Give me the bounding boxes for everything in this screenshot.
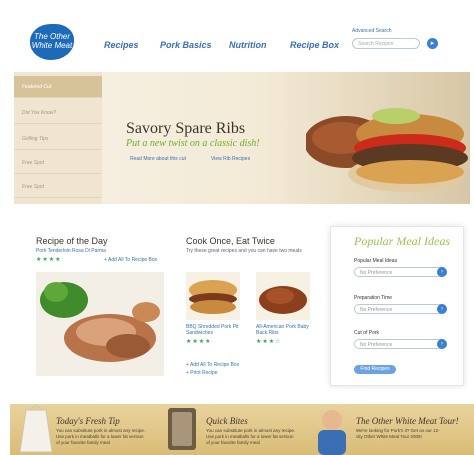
tab-free-spot-1[interactable]: Free Spot bbox=[14, 152, 102, 174]
hero-tabs: Featured Cut Did You Know? Grilling Tips… bbox=[14, 72, 102, 204]
cook-once-heading: Cook Once, Eat Twice bbox=[186, 236, 275, 246]
search-go-button[interactable]: ▸ bbox=[427, 38, 438, 49]
tab-grilling-tips[interactable]: Grilling Tips bbox=[14, 128, 102, 150]
recipe-rating: ★★★★ bbox=[36, 257, 62, 263]
fresh-tip-text: You can substitute pork in almost any re… bbox=[56, 428, 146, 445]
recipe-of-day-heading: Recipe of the Day bbox=[36, 236, 108, 246]
grill-tongs-icon bbox=[168, 408, 196, 450]
meal-ideas-label: Popular Meal Ideas bbox=[354, 258, 398, 264]
recipe-of-day-image[interactable] bbox=[36, 272, 164, 376]
read-more-link[interactable]: Read More about this cut bbox=[130, 156, 186, 162]
add-to-recipe-box-link[interactable]: + Add All To Recipe Box bbox=[104, 257, 157, 263]
cut-of-pork-select[interactable]: No Preference bbox=[354, 339, 446, 349]
nav-pork-basics[interactable]: Pork Basics bbox=[160, 40, 212, 50]
hero-title: Savory Spare Ribs bbox=[126, 120, 246, 137]
recipe-of-day-name[interactable]: Pork Tenderloin Rosa Di Parma bbox=[36, 248, 106, 254]
bbq-sandwich-link[interactable]: BBQ Shredded Pork Pit Sandwiches bbox=[186, 324, 242, 336]
meal-ideas-select[interactable]: No Preference bbox=[354, 267, 446, 277]
baby-back-ribs-image[interactable] bbox=[256, 272, 310, 320]
view-rib-recipes-link[interactable]: View Rib Recipes bbox=[211, 156, 250, 162]
meal-ideas-dropdown-button[interactable]: › bbox=[437, 267, 447, 277]
bbq-sandwich-image[interactable] bbox=[186, 272, 240, 320]
quick-bites-title: Quick Bites bbox=[206, 416, 248, 426]
search-input[interactable]: Search Recipes bbox=[352, 38, 420, 49]
meal-ideas-title: Popular Meal Ideas bbox=[354, 234, 450, 248]
baby-back-ribs-link[interactable]: All-American Pork Baby Back Ribs bbox=[256, 324, 312, 336]
add-all-to-recipe-box-link[interactable]: + Add All To Recipe Box bbox=[186, 362, 239, 368]
tab-did-you-know[interactable]: Did You Know? bbox=[14, 102, 102, 124]
hero-tagline: Put a new twist on a classic dish! bbox=[126, 138, 260, 149]
bbq-sandwich-rating: ★★★★ bbox=[186, 339, 212, 345]
print-recipe-link[interactable]: + Print Recipe bbox=[186, 370, 218, 376]
nav-recipes[interactable]: Recipes bbox=[104, 40, 139, 50]
tab-free-spot-2[interactable]: Free Spot bbox=[14, 176, 102, 198]
arrow-right-icon: ▸ bbox=[430, 40, 435, 47]
nav-nutrition[interactable]: Nutrition bbox=[229, 40, 267, 50]
find-recipes-button[interactable]: Find Recipes bbox=[354, 365, 396, 374]
cook-once-subtitle: Try these great recipes and you can have… bbox=[186, 248, 302, 254]
ribs-burger-image bbox=[306, 108, 468, 192]
chevron-right-icon: › bbox=[441, 306, 443, 312]
apron-icon bbox=[19, 405, 53, 453]
chevron-right-icon: › bbox=[441, 341, 443, 347]
cut-of-pork-dropdown-button[interactable]: › bbox=[437, 339, 447, 349]
prep-time-dropdown-button[interactable]: › bbox=[437, 304, 447, 314]
cut-of-pork-label: Cut of Pork bbox=[354, 330, 380, 336]
fresh-tip-title: Today's Fresh Tip bbox=[56, 416, 120, 426]
chef-figure-icon bbox=[318, 410, 346, 455]
advanced-search-link[interactable]: Advanced Search bbox=[352, 28, 391, 34]
prep-time-select[interactable]: No Preference bbox=[354, 304, 446, 314]
tour-text: We're looking for Pork'n it? Get on our … bbox=[356, 428, 440, 439]
chevron-right-icon: › bbox=[441, 269, 443, 275]
nav-recipe-box[interactable]: Recipe Box bbox=[290, 40, 339, 50]
tab-featured-cut[interactable]: Featured Cut bbox=[14, 76, 102, 98]
baby-back-ribs-rating: ★★★☆ bbox=[256, 339, 282, 345]
tour-title[interactable]: The Other White Meat Tour! bbox=[356, 416, 459, 426]
prep-time-label: Preparation Time bbox=[354, 295, 393, 301]
quick-bites-text: You can substitute pork in almost any re… bbox=[206, 428, 296, 445]
